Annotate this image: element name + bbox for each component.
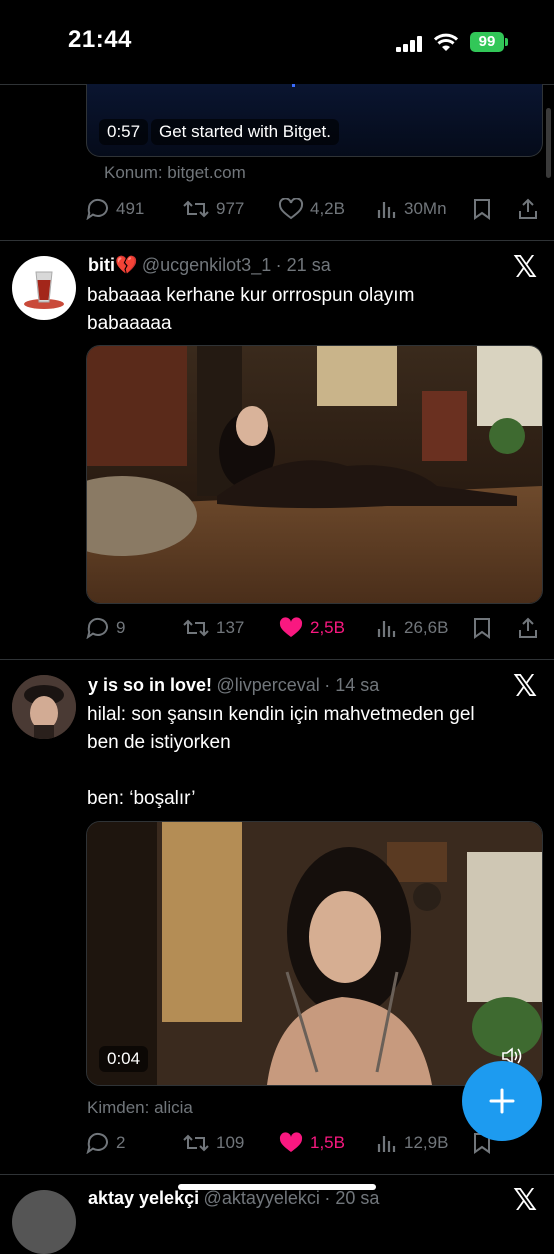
reply-icon [86,1132,108,1154]
views-icon [377,1136,396,1152]
home-indicator[interactable] [178,1184,376,1190]
like-button[interactable]: 2,5B [278,613,345,643]
photo-woman-on-rug [87,346,542,603]
share-icon [519,198,537,219]
views-count: 30Mn [404,199,447,218]
tweet-time: · 21 sa [275,255,331,275]
like-button[interactable]: 4,2B [278,194,345,224]
ad-action-bar: 491 977 4,2B 30Mn [86,194,541,224]
status-time: 21:44 [68,26,132,53]
plus-icon [489,1088,515,1114]
share-button[interactable] [517,194,539,224]
avatar[interactable] [12,256,76,320]
divider [0,240,554,241]
share-button[interactable] [517,613,539,643]
user-handle[interactable]: @livperceval [217,675,320,695]
avatar[interactable] [12,675,76,739]
user-handle[interactable]: @aktayyelekci [204,1188,320,1208]
video-duration: 0:04 [99,1046,149,1072]
views-button[interactable]: 30Mn [376,194,447,224]
compose-button[interactable] [462,1061,542,1141]
reply-count: 491 [116,199,145,218]
like-count: 4,2B [310,199,345,218]
repost-count: 137 [216,618,245,637]
repost-button[interactable]: 137 [182,613,244,643]
views-count: 12,9B [404,1133,449,1152]
repost-icon [183,1134,209,1152]
status-bar: 21:44 99 [0,0,554,84]
repost-count: 109 [216,1133,245,1152]
divider [0,1174,554,1175]
ad-video-caption: Get started with Bitget. [151,119,339,145]
like-count: 1,5B [310,1133,345,1152]
tweet-header: y is so in love! @livperceval · 14 sa [88,675,379,696]
ad-video-glint [292,84,295,87]
repost-icon [183,619,209,637]
ad-video-duration: 0:57 [99,119,149,145]
heart-filled-icon [279,1132,303,1152]
tweet-video[interactable]: 0:04 [86,821,543,1086]
views-button[interactable]: 12,9B [376,1128,448,1158]
reply-count: 2 [116,1133,126,1152]
bookmark-icon [474,199,490,220]
like-button[interactable]: 1,5B [278,1128,345,1158]
tweet-text: babaaaa kerhane kur orrrospun olayım bab… [87,285,415,334]
reply-icon [86,198,108,220]
tweet-header: biti💔 @ucgenkilot3_1 · 21 sa [88,255,331,276]
cellular-signal-icon [396,36,422,52]
video-thumbnail [87,822,542,1085]
tea-glass-icon [24,271,64,309]
tweet-image[interactable] [86,345,543,604]
wifi-icon [434,33,458,51]
like-count: 2,5B [310,618,345,637]
avatar-photo [12,675,76,739]
tweet-action-bar: 9 137 2,5B 26,6B [86,613,541,643]
share-icon [519,617,537,638]
display-name[interactable]: y is so in love! [88,675,212,695]
views-icon [377,202,396,218]
bookmark-icon [474,618,490,639]
views-icon [377,621,396,637]
x-logo-icon: 𝕏 [513,1184,538,1217]
tweet-time: · 14 sa [324,675,380,695]
scrollbar-thumb[interactable] [546,108,551,178]
tweet-header: aktay yelekçi @aktayyelekci · 20 sa [88,1188,379,1209]
tweet-action-bar: 2 109 1,5B 12,9B [86,1128,541,1158]
views-count: 26,6B [404,618,449,637]
x-logo-icon: 𝕏 [513,670,538,703]
divider [0,659,554,660]
user-handle[interactable]: @ucgenkilot3_1 [142,255,271,275]
repost-icon [183,200,209,218]
repost-button[interactable]: 109 [182,1128,244,1158]
reply-count: 9 [116,618,126,637]
reply-icon [86,617,108,639]
battery-indicator: 99 [470,32,508,52]
ad-video[interactable]: 0:57 Get started with Bitget. [86,84,543,157]
tweet-time: · 20 sa [324,1188,380,1208]
views-button[interactable]: 26,6B [376,613,448,643]
reply-button[interactable]: 491 [86,194,144,224]
repost-count: 977 [216,199,245,218]
display-name[interactable]: aktay yelekçi [88,1188,199,1208]
display-name[interactable]: biti💔 [88,255,137,275]
reply-button[interactable]: 9 [86,613,125,643]
bookmark-button[interactable] [472,613,492,643]
heart-icon [278,198,304,220]
repost-button[interactable]: 977 [182,194,244,224]
tweet-text: hilal: son şansın kendin için mahvetmede… [87,704,475,809]
bookmark-button[interactable] [472,194,492,224]
x-logo-icon: 𝕏 [513,251,538,284]
heart-filled-icon [279,617,303,637]
reply-button[interactable]: 2 [86,1128,125,1158]
source-attribution[interactable]: Kimden: alicia [87,1098,193,1118]
ad-location-link[interactable]: Konum: bitget.com [104,163,246,183]
